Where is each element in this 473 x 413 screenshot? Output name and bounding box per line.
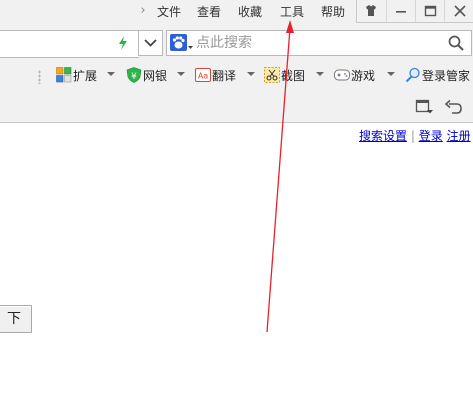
search-settings-link[interactable]: 搜索设置 <box>359 129 407 143</box>
minimize-button[interactable] <box>386 0 415 22</box>
svg-text:¥: ¥ <box>131 72 137 82</box>
games-label: 游戏 <box>351 69 376 83</box>
link-separator: | <box>410 129 415 143</box>
games-button[interactable]: 游戏 <box>334 66 380 86</box>
chevron-down-icon <box>144 39 157 47</box>
menu-file[interactable]: 文件 <box>157 4 181 20</box>
svg-text:Aa: Aa <box>198 72 208 81</box>
top-right-links: 搜索设置 | 登录 注册 <box>359 128 471 144</box>
register-link[interactable]: 注册 <box>447 129 471 143</box>
address-row: 点此搜索 <box>0 24 473 62</box>
window-dropdown-icon[interactable] <box>415 98 435 116</box>
gamepad-icon <box>334 69 350 81</box>
login-link[interactable]: 登录 <box>419 129 443 143</box>
screenshot-button[interactable]: 截图 <box>264 66 310 86</box>
close-button[interactable] <box>444 0 473 22</box>
address-dropdown-button[interactable] <box>138 30 163 56</box>
toolbar: 扩展 ¥ 网银 Aa 翻译 截图 游戏 登录管家 <box>0 62 473 90</box>
banking-label: 网银 <box>143 69 168 83</box>
search-input[interactable]: 点此搜索 <box>196 34 252 52</box>
extensions-icon <box>56 67 72 83</box>
menu-favorites[interactable]: 收藏 <box>238 4 262 20</box>
page-button[interactable]: 下 <box>0 305 32 333</box>
extensions-caret-icon[interactable] <box>107 72 115 76</box>
translate-button[interactable]: Aa 翻译 <box>195 66 239 86</box>
lightning-icon[interactable] <box>117 35 129 51</box>
games-caret-icon[interactable] <box>387 72 395 76</box>
screenshot-label: 截图 <box>281 69 306 83</box>
menu-view[interactable]: 查看 <box>197 4 221 20</box>
skin-icon <box>366 5 376 16</box>
bank-shield-icon: ¥ <box>126 67 142 83</box>
skin-button[interactable] <box>357 0 385 22</box>
extensions-label: 扩展 <box>73 69 98 83</box>
login-manager-label: 登录管家 <box>422 69 471 83</box>
translate-label: 翻译 <box>212 69 237 83</box>
search-icon[interactable] <box>447 34 465 52</box>
translate-caret-icon[interactable] <box>247 72 255 76</box>
scissors-icon <box>264 67 280 83</box>
restore-icon <box>424 5 437 17</box>
toolbar-grip[interactable] <box>38 70 41 84</box>
banking-button[interactable]: ¥ 网银 <box>126 66 170 86</box>
address-input[interactable] <box>0 30 139 58</box>
menu-tools[interactable]: 工具 <box>280 4 304 20</box>
secondary-toolbar <box>0 90 473 123</box>
menu-help[interactable]: 帮助 <box>321 4 345 20</box>
menu-bar: › 文件 查看 收藏 工具 帮助 <box>0 0 473 24</box>
menu-expand-icon[interactable]: › <box>137 4 149 18</box>
close-icon <box>454 5 466 17</box>
restore-button[interactable] <box>415 0 444 22</box>
minimize-icon <box>396 11 406 13</box>
magnifier-key-icon <box>405 67 420 83</box>
banking-caret-icon[interactable] <box>177 72 185 76</box>
search-box[interactable]: 点此搜索 <box>166 30 472 56</box>
baidu-paw-icon[interactable] <box>170 34 194 52</box>
extensions-button[interactable]: 扩展 <box>56 66 100 86</box>
undo-icon[interactable] <box>443 98 463 116</box>
screenshot-caret-icon[interactable] <box>316 72 324 76</box>
translate-icon: Aa <box>195 68 211 82</box>
login-manager-button[interactable]: 登录管家 <box>405 66 473 86</box>
window-controls <box>356 0 473 23</box>
